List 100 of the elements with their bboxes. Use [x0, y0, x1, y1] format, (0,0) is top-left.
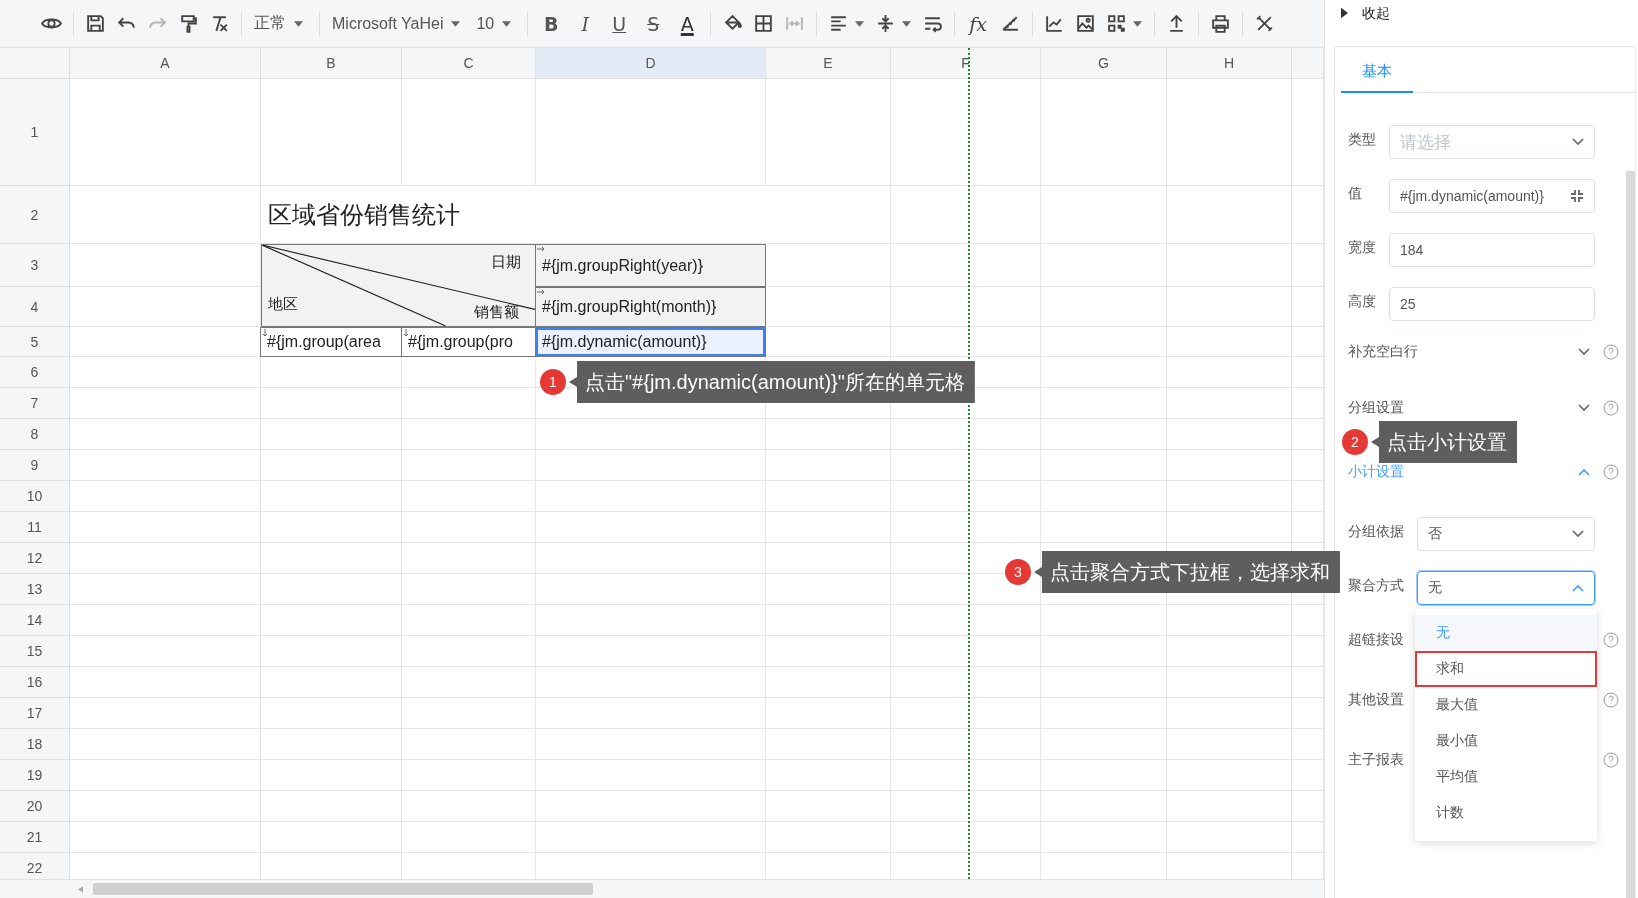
- grid-cell[interactable]: [402, 481, 536, 512]
- grid-cell[interactable]: [70, 388, 261, 419]
- chevron-down-icon[interactable]: [1578, 348, 1590, 356]
- grid-cell[interactable]: [70, 729, 261, 760]
- grid-cell[interactable]: [261, 822, 402, 853]
- vertical-scrollbar[interactable]: [1626, 171, 1635, 898]
- grid-cell[interactable]: [261, 760, 402, 791]
- grid-cell[interactable]: [766, 481, 891, 512]
- grid-cell[interactable]: [891, 729, 1041, 760]
- row-header[interactable]: 6: [0, 357, 70, 388]
- grid-cell[interactable]: [1292, 791, 1324, 822]
- row-header[interactable]: 13: [0, 574, 70, 605]
- column-header[interactable]: A: [70, 48, 261, 79]
- grid-cell[interactable]: [261, 698, 402, 729]
- grid-cell[interactable]: [536, 450, 766, 481]
- grid-cell[interactable]: [891, 667, 1041, 698]
- grid-cell[interactable]: [70, 667, 261, 698]
- grid-cell[interactable]: [1041, 186, 1167, 244]
- grid-cell[interactable]: [1041, 327, 1167, 357]
- grid-cell[interactable]: [1292, 636, 1324, 667]
- grid-cell[interactable]: [1041, 357, 1167, 388]
- grid-cell[interactable]: [766, 636, 891, 667]
- grid-cell[interactable]: [1041, 636, 1167, 667]
- grid-cell[interactable]: [536, 574, 766, 605]
- grid-cell[interactable]: [1167, 79, 1292, 186]
- dropdown-option[interactable]: 平均值: [1415, 759, 1597, 795]
- grid-cell[interactable]: [70, 605, 261, 636]
- grid-cell[interactable]: [1292, 186, 1324, 244]
- grid-cell[interactable]: [536, 481, 766, 512]
- row-header[interactable]: 7: [0, 388, 70, 419]
- grid-cell[interactable]: [1292, 287, 1324, 327]
- row-header[interactable]: 12: [0, 543, 70, 574]
- grid-cell[interactable]: [1041, 481, 1167, 512]
- grid-cell[interactable]: [1292, 822, 1324, 853]
- grid-cell[interactable]: [402, 760, 536, 791]
- grid-cell[interactable]: [402, 822, 536, 853]
- row-header[interactable]: 18: [0, 729, 70, 760]
- grid-cell[interactable]: [1041, 667, 1167, 698]
- grid-cell[interactable]: [1167, 698, 1292, 729]
- collapse-toggle[interactable]: 收起: [1325, 0, 1638, 46]
- diagonal-header-cell[interactable]: 日期 地区 销售额: [261, 244, 536, 327]
- bold-button[interactable]: B: [536, 8, 567, 39]
- section-title[interactable]: 分组设置: [1348, 399, 1578, 417]
- help-icon[interactable]: [1603, 752, 1619, 768]
- grid-cell[interactable]: [891, 481, 1041, 512]
- scroll-left-icon[interactable]: [78, 885, 83, 893]
- row-header[interactable]: 16: [0, 667, 70, 698]
- grid-cell[interactable]: [70, 791, 261, 822]
- dropdown-option[interactable]: 计数: [1415, 795, 1597, 831]
- grid-cell[interactable]: [1292, 667, 1324, 698]
- font-dropdown[interactable]: Microsoft YaHei: [328, 8, 469, 39]
- grid-cell[interactable]: [70, 450, 261, 481]
- help-icon[interactable]: [1603, 400, 1619, 416]
- grid-cell[interactable]: [891, 186, 1041, 244]
- grid-cell[interactable]: [1167, 357, 1292, 388]
- grid-cell[interactable]: [402, 667, 536, 698]
- grid-cell[interactable]: [536, 822, 766, 853]
- strike-button[interactable]: S: [638, 8, 669, 39]
- row-header[interactable]: 10: [0, 481, 70, 512]
- grid-cell[interactable]: [1292, 419, 1324, 450]
- table-cell[interactable]: #{jm.groupRight(month)}: [535, 287, 766, 327]
- row-header[interactable]: 3: [0, 244, 70, 287]
- color-button[interactable]: A: [672, 8, 703, 39]
- grid-cell[interactable]: [1041, 698, 1167, 729]
- column-header[interactable]: B: [261, 48, 402, 79]
- grid-cell[interactable]: [1167, 244, 1292, 287]
- chevron-up-icon[interactable]: [1578, 468, 1590, 476]
- column-header[interactable]: H: [1167, 48, 1292, 79]
- grid-cell[interactable]: [1167, 450, 1292, 481]
- grid-cell[interactable]: [1167, 481, 1292, 512]
- grid-cell[interactable]: [536, 729, 766, 760]
- grid-cell[interactable]: [766, 667, 891, 698]
- grid-cell[interactable]: [1292, 698, 1324, 729]
- grid-cell[interactable]: [1167, 791, 1292, 822]
- grid-cell[interactable]: [1041, 791, 1167, 822]
- grid-cell[interactable]: [70, 574, 261, 605]
- grid-cell[interactable]: [536, 667, 766, 698]
- grid-cell[interactable]: [261, 667, 402, 698]
- grid-cell[interactable]: [1292, 760, 1324, 791]
- grid-cell[interactable]: [402, 698, 536, 729]
- grid-cell[interactable]: [261, 729, 402, 760]
- grid-cell[interactable]: [1167, 388, 1292, 419]
- grid-cell[interactable]: [1041, 760, 1167, 791]
- grid-cell[interactable]: [1292, 729, 1324, 760]
- grid-cell[interactable]: [1167, 512, 1292, 543]
- grid-cell[interactable]: [70, 636, 261, 667]
- grid-cell[interactable]: [891, 760, 1041, 791]
- grid-cell[interactable]: [402, 450, 536, 481]
- grid-cell[interactable]: [536, 419, 766, 450]
- grid-cell[interactable]: [1167, 287, 1292, 327]
- underline-button[interactable]: U: [604, 8, 635, 39]
- grid-cell[interactable]: [1041, 822, 1167, 853]
- grid-cell[interactable]: [261, 419, 402, 450]
- row-header[interactable]: 4: [0, 287, 70, 327]
- grid-cell[interactable]: [1292, 388, 1324, 419]
- text-field[interactable]: 184: [1389, 233, 1595, 267]
- dropdown-option[interactable]: 最大值: [1415, 687, 1597, 723]
- row-header[interactable]: 8: [0, 419, 70, 450]
- grid-cell[interactable]: [1041, 512, 1167, 543]
- grid-cell[interactable]: [891, 636, 1041, 667]
